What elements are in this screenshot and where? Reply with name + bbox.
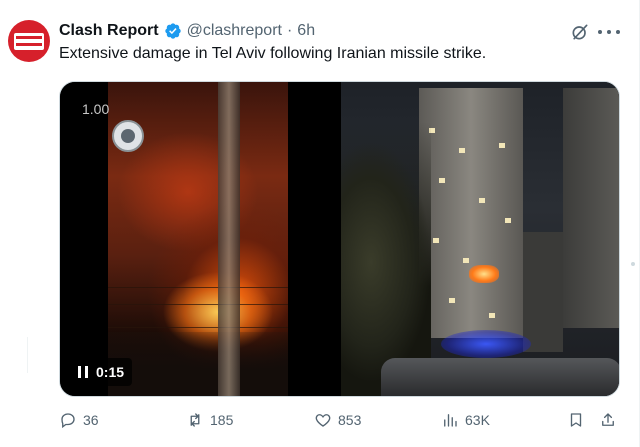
pause-icon[interactable] <box>78 366 88 378</box>
verified-badge-icon[interactable] <box>164 22 182 40</box>
author-handle[interactable]: @clashreport <box>187 22 282 40</box>
reply-button[interactable]: 36 <box>59 408 99 432</box>
more-dot <box>607 30 611 34</box>
trees <box>341 122 431 396</box>
repost-button[interactable]: 185 <box>186 408 233 432</box>
lit-window <box>489 313 495 318</box>
view-count: 63K <box>465 412 490 428</box>
scrollbar-indicator[interactable] <box>631 262 635 266</box>
reply-icon <box>61 413 75 429</box>
background-tower <box>523 232 563 352</box>
heart-icon <box>315 414 331 427</box>
rubble <box>108 332 288 396</box>
more-dot <box>598 30 602 34</box>
parked-cars <box>381 358 619 396</box>
street-pole <box>218 82 240 396</box>
lit-window <box>439 178 445 183</box>
views-button[interactable]: 63K <box>441 408 490 432</box>
background-tower <box>563 88 619 328</box>
avatar[interactable] <box>8 20 50 62</box>
separator-dot: · <box>286 22 293 39</box>
lit-window <box>499 143 505 148</box>
more-dot <box>616 30 620 34</box>
like-button[interactable]: 853 <box>314 408 361 432</box>
video-player[interactable]: 1.00 0:15 <box>60 82 339 396</box>
share-button[interactable] <box>599 408 617 432</box>
bookmark-button[interactable] <box>567 408 585 432</box>
tweet-time[interactable]: 6h <box>297 22 315 40</box>
thread-line <box>27 337 28 373</box>
lit-window <box>459 148 465 153</box>
power-wire <box>108 287 288 288</box>
bookmark-icon <box>570 413 582 427</box>
lit-window <box>463 258 469 263</box>
channel-watermark-icon <box>112 120 144 152</box>
power-wire <box>108 304 288 305</box>
grok-icon[interactable] <box>570 22 590 42</box>
video-timer[interactable]: 0:15 <box>70 358 133 386</box>
media-container[interactable]: 1.00 0:15 <box>59 81 620 397</box>
share-icon <box>602 413 614 426</box>
lit-window <box>479 198 485 203</box>
more-options-icon[interactable] <box>598 22 620 42</box>
tweet-text: Extensive damage in Tel Aviv following I… <box>59 45 487 62</box>
analytics-icon <box>444 414 457 427</box>
lit-window <box>505 218 511 223</box>
lit-window <box>449 298 455 303</box>
repost-icon <box>190 413 200 427</box>
fire-glow <box>469 265 499 283</box>
power-wire <box>108 327 288 328</box>
like-count: 853 <box>338 412 362 428</box>
photo-building-fire[interactable] <box>341 82 619 396</box>
burning-tower <box>419 88 523 338</box>
lit-window <box>433 238 439 243</box>
logo-bar <box>16 36 42 39</box>
tweet-actions: 36 185 853 63K <box>59 408 620 432</box>
emergency-light <box>441 330 531 358</box>
reply-count: 36 <box>83 412 99 428</box>
logo-bar <box>16 43 42 46</box>
repost-count: 185 <box>210 412 234 428</box>
video-time-remaining: 0:15 <box>96 364 125 380</box>
author-name[interactable]: Clash Report <box>59 22 159 40</box>
playback-speed-label: 1.00 <box>82 101 110 117</box>
clash-report-logo <box>14 33 44 50</box>
tweet-header: Clash Report @clashreport · 6h <box>59 20 315 42</box>
